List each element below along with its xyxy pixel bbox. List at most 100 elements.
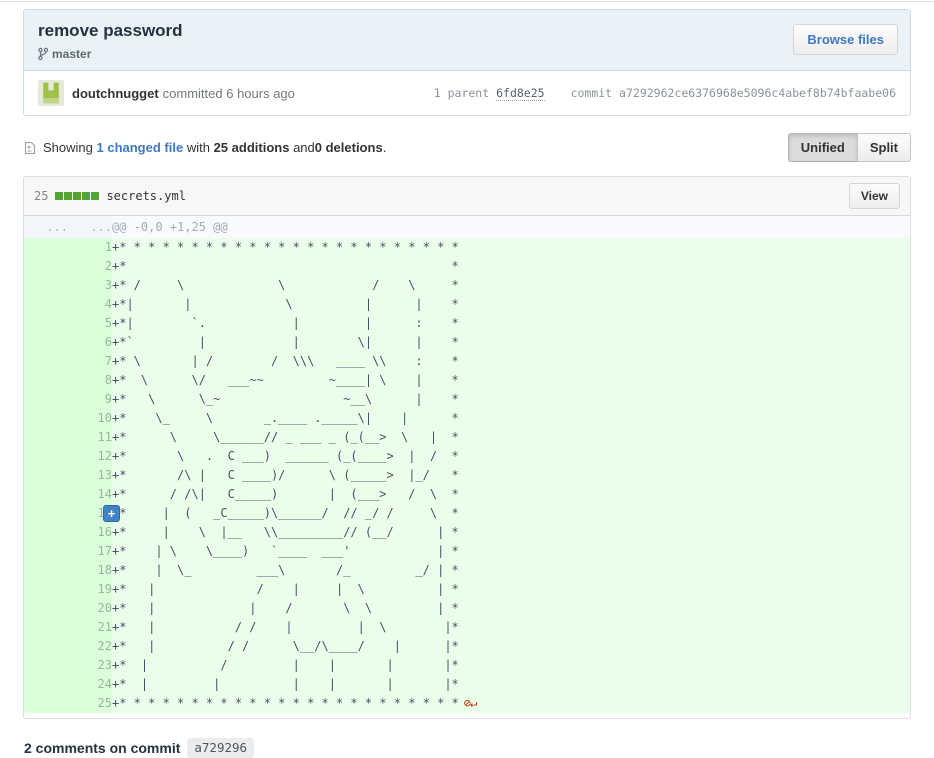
- changed-file-link[interactable]: 1 changed file: [97, 140, 184, 155]
- line-number-new[interactable]: 7: [68, 352, 112, 371]
- line-number-old[interactable]: [24, 637, 68, 656]
- branch-row: master: [38, 47, 896, 61]
- line-number-new[interactable]: 21: [68, 618, 112, 637]
- author-avatar[interactable]: [38, 80, 64, 106]
- line-number-new[interactable]: 2: [68, 257, 112, 276]
- line-number-old[interactable]: [24, 447, 68, 466]
- parent-sha-link[interactable]: 6fd8e25: [496, 86, 545, 101]
- line-number-new[interactable]: 17: [68, 542, 112, 561]
- diff-line-text: +* /\ | C ____)/ \ (_____> |_/ *: [112, 468, 459, 482]
- line-number-old[interactable]: [24, 485, 68, 504]
- diff-line-text: +* / /\| C_____) | (___> / \ *: [112, 487, 459, 501]
- line-number-old[interactable]: [24, 580, 68, 599]
- diff-line-row: 17 +* | \ \____) `____ ___' | *: [24, 542, 910, 561]
- line-number-old[interactable]: [24, 238, 68, 257]
- line-number-new[interactable]: 4: [68, 295, 112, 314]
- line-number-new[interactable]: 13: [68, 466, 112, 485]
- diff-line-text: +* * * * * * * * * * * * * * * * * * * *…: [112, 696, 459, 710]
- hunk-gutter-old: ...: [24, 216, 68, 238]
- diff-line-text: +*| | \ | | *: [112, 297, 459, 311]
- line-number-new[interactable]: 8: [68, 371, 112, 390]
- summary-showing: Showing: [43, 140, 93, 155]
- line-number-old[interactable]: [24, 656, 68, 675]
- line-number-new[interactable]: 18: [68, 561, 112, 580]
- line-number-new[interactable]: 25: [68, 694, 112, 713]
- split-toggle-button[interactable]: Split: [856, 133, 911, 162]
- line-number-old[interactable]: [24, 295, 68, 314]
- diff-line-code: +* | \ |__ \\_________// (__/ | *: [112, 523, 910, 542]
- diff-line-code: +* * * * * * * * * * * * * * * * * * * *…: [112, 238, 910, 257]
- diff-line-code: +* | | | | | |*: [112, 675, 910, 694]
- summary-and: and: [293, 140, 315, 155]
- diff-line-code: +* / \ \ / \ *: [112, 276, 910, 295]
- hunk-header-row: ... ... @@ -0,0 +1,25 @@: [24, 216, 910, 238]
- line-number-old[interactable]: [24, 618, 68, 637]
- page-top-divider: [0, 0, 934, 2]
- line-number-new[interactable]: 20: [68, 599, 112, 618]
- line-number-new[interactable]: 11: [68, 428, 112, 447]
- view-file-button[interactable]: View: [848, 183, 900, 209]
- diff-line-text: +* *: [112, 259, 459, 273]
- diff-line-row: 14 +* / /\| C_____) | (___> / \ *: [24, 485, 910, 504]
- line-number-old[interactable]: [24, 694, 68, 713]
- line-number-new[interactable]: 23: [68, 656, 112, 675]
- diff-line-text: +* | / | | | |*: [112, 658, 459, 672]
- diff-stat-blocks: [55, 192, 100, 200]
- diff-view-toggle: Unified Split: [787, 133, 911, 162]
- diff-table-body: ... ... @@ -0,0 +1,25 @@ 1 +* * * * * * *…: [24, 216, 910, 713]
- line-number-new[interactable]: 1: [68, 238, 112, 257]
- line-number-old[interactable]: [24, 390, 68, 409]
- diff-line-code: +* | / / | | \ |*: [112, 618, 910, 637]
- line-number-new[interactable]: 19: [68, 580, 112, 599]
- diff-line-text: +* | / | | \ | *: [112, 582, 459, 596]
- author-name[interactable]: doutchnugget: [72, 86, 159, 101]
- diff-line-code: +*| `. | | : *: [112, 314, 910, 333]
- line-number-new[interactable]: 6: [68, 333, 112, 352]
- line-number-old[interactable]: [24, 409, 68, 428]
- line-number-new[interactable]: 12: [68, 447, 112, 466]
- diff-bottom-pad: [24, 713, 910, 718]
- diff-line-row: 4 +*| | \ | | *: [24, 295, 910, 314]
- line-number-new[interactable]: 24: [68, 675, 112, 694]
- line-number-new[interactable]: 22: [68, 637, 112, 656]
- unified-toggle-button[interactable]: Unified: [787, 133, 857, 162]
- diff-line-text: +* | | / \ \ | *: [112, 601, 459, 615]
- short-sha-chip: a729296: [187, 738, 255, 758]
- line-number-old[interactable]: [24, 428, 68, 447]
- line-number-old[interactable]: [24, 352, 68, 371]
- line-number-old[interactable]: [24, 333, 68, 352]
- line-number-old[interactable]: [24, 314, 68, 333]
- line-number-old[interactable]: [24, 276, 68, 295]
- browse-files-button[interactable]: Browse files: [793, 24, 898, 55]
- diff-stat-block: [55, 192, 64, 200]
- diff-line-text: +* \ \_~ ~__\ | *: [112, 392, 459, 406]
- diff-stat-block: [73, 192, 82, 200]
- diff-line-text: +* | \ \____) `____ ___' | *: [112, 544, 459, 558]
- diff-line-row: 6 +*` | | \| | *: [24, 333, 910, 352]
- diff-line-row: 20 +* | | / \ \ | *: [24, 599, 910, 618]
- line-number-new[interactable]: 5: [68, 314, 112, 333]
- line-number-new[interactable]: 3: [68, 276, 112, 295]
- line-number-old[interactable]: [24, 466, 68, 485]
- diff-stat-block: [91, 192, 100, 200]
- line-number-old[interactable]: [24, 371, 68, 390]
- diff-line-code: + +* | ( _C_____)\______/ // _/ / \ *: [103, 504, 910, 523]
- diff-line-code: +*` | | \| | *: [112, 333, 910, 352]
- line-number-old[interactable]: [24, 542, 68, 561]
- line-number-new[interactable]: 9: [68, 390, 112, 409]
- diff-line-row: 5 +*| `. | | : *: [24, 314, 910, 333]
- line-number-old[interactable]: [24, 504, 68, 523]
- line-number-new[interactable]: 10: [68, 409, 112, 428]
- additions-count: 25 additions: [213, 140, 290, 155]
- diff-line-code: +* | | / \ \ | *: [112, 599, 910, 618]
- line-number-old[interactable]: [24, 675, 68, 694]
- line-number-old[interactable]: [24, 257, 68, 276]
- comments-count-text: 2 comments on commit: [24, 740, 181, 756]
- diff-line-text: +* \ | / / \\\ ____ \\ : *: [112, 354, 459, 368]
- line-number-new[interactable]: 14: [68, 485, 112, 504]
- line-number-old[interactable]: [24, 561, 68, 580]
- add-line-comment-button[interactable]: +: [103, 505, 120, 522]
- line-number-old[interactable]: [24, 599, 68, 618]
- line-number-old[interactable]: [24, 523, 68, 542]
- line-number-new[interactable]: 16: [68, 523, 112, 542]
